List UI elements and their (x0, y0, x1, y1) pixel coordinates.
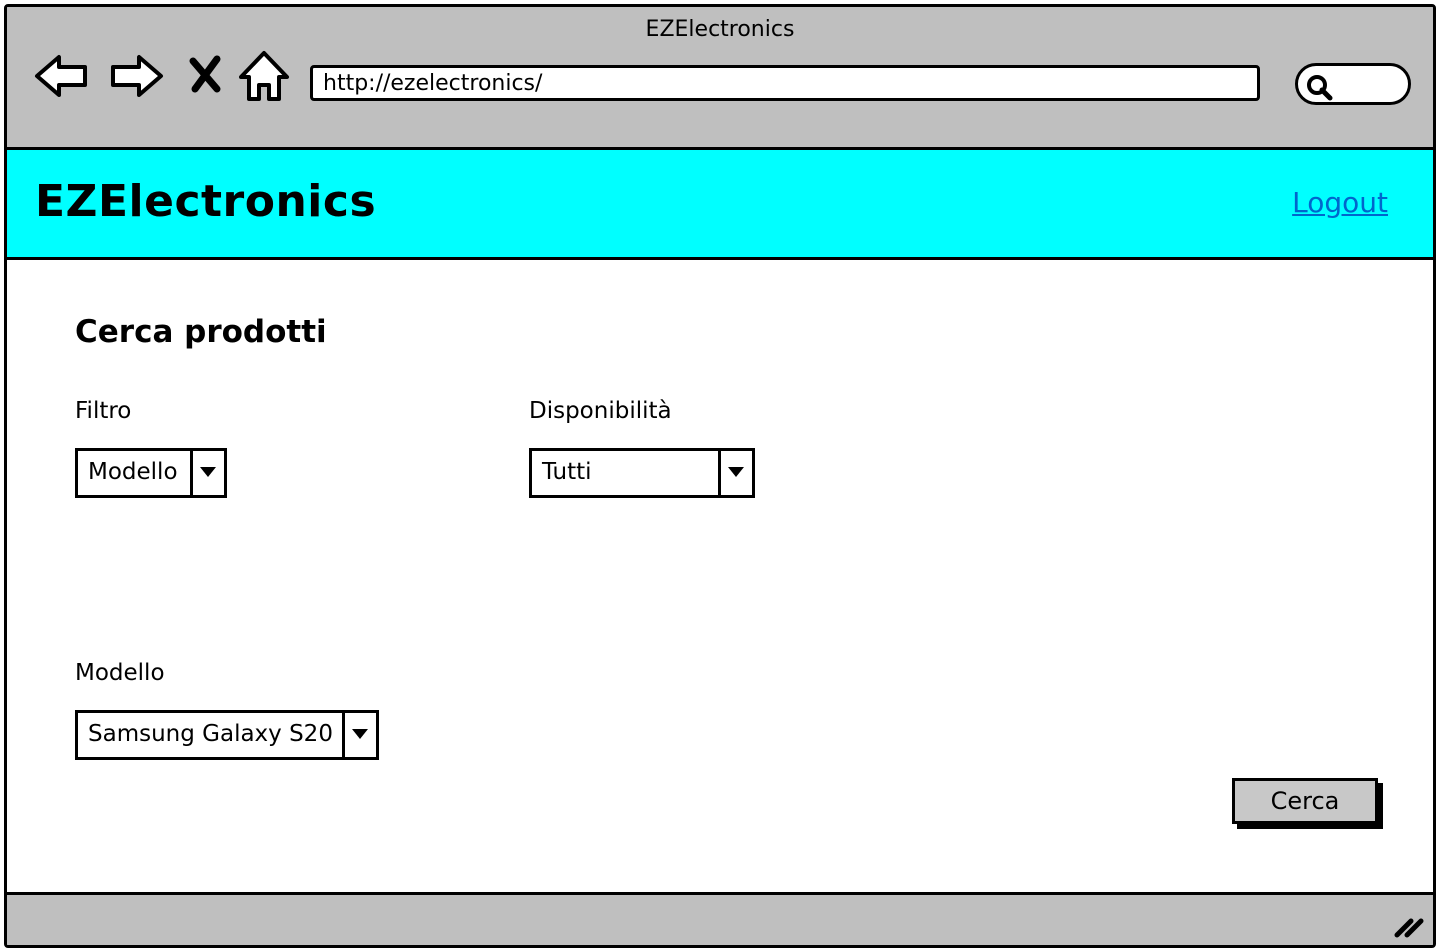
search-icon (1307, 75, 1333, 101)
logout-link[interactable]: Logout (1292, 186, 1388, 219)
browser-window: EZElectronics http://ezelectronics/ EZEl… (4, 4, 1436, 948)
filter-select[interactable]: Modello (75, 448, 227, 498)
browser-chrome: EZElectronics http://ezelectronics/ (7, 7, 1433, 150)
stop-icon[interactable] (183, 47, 241, 105)
status-bar (7, 892, 1433, 945)
forward-arrow-icon[interactable] (107, 47, 165, 105)
home-icon[interactable] (235, 47, 293, 105)
chevron-down-icon (728, 467, 744, 477)
availability-select-value: Tutti (542, 459, 592, 485)
availability-select[interactable]: Tutti (529, 448, 755, 498)
back-arrow-icon[interactable] (33, 47, 91, 105)
window-title: EZElectronics (645, 17, 795, 42)
model-label: Modello (75, 660, 165, 686)
browser-search-field[interactable] (1295, 63, 1411, 105)
chevron-down-icon (200, 467, 216, 477)
search-button[interactable]: Cerca (1232, 778, 1378, 824)
address-bar[interactable]: http://ezelectronics/ (310, 65, 1260, 101)
page-title: Cerca prodotti (75, 314, 327, 350)
model-dropdown-button[interactable] (342, 713, 376, 757)
filter-label: Filtro (75, 398, 132, 424)
chevron-down-icon (352, 729, 368, 739)
model-select-value: Samsung Galaxy S20 (88, 721, 333, 747)
availability-label: Disponibilità (529, 398, 672, 424)
app-header: EZElectronics Logout (7, 150, 1433, 260)
model-select[interactable]: Samsung Galaxy S20 (75, 710, 379, 760)
filter-select-value: Modello (88, 459, 178, 485)
availability-dropdown-button[interactable] (718, 451, 752, 495)
main-content: Cerca prodotti Filtro Modello Disponibil… (7, 260, 1433, 892)
resize-grip-icon[interactable] (1393, 911, 1425, 939)
filter-dropdown-button[interactable] (190, 451, 224, 495)
brand-title: EZElectronics (35, 176, 377, 227)
